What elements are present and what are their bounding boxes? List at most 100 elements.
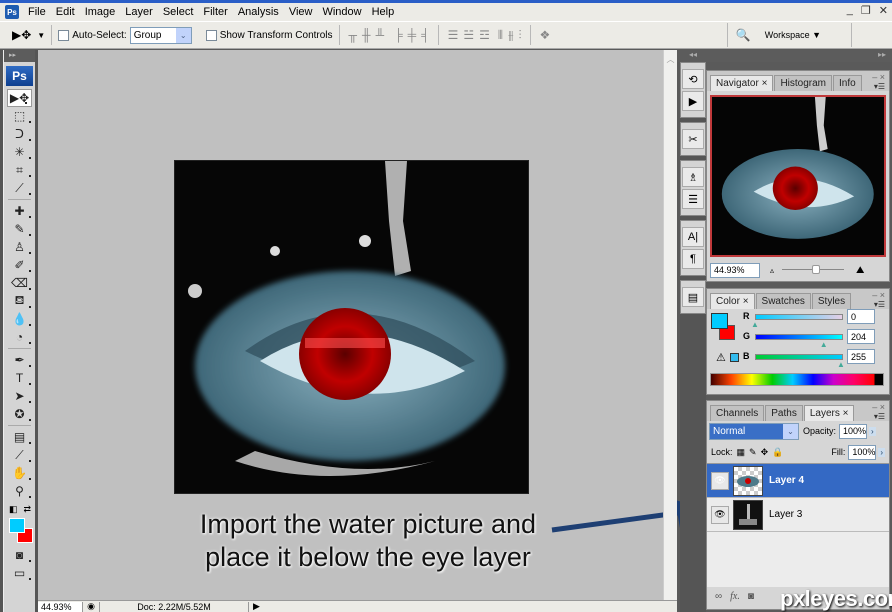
close-tab-icon[interactable]: × xyxy=(843,408,849,419)
type-tool-icon[interactable]: T xyxy=(4,369,35,387)
channel-r-slider[interactable] xyxy=(755,314,843,320)
brush-tool-icon[interactable]: ✎ xyxy=(4,220,35,238)
opacity-slider-arrow-icon[interactable]: › xyxy=(869,426,876,436)
slice-tool-icon[interactable]: ⟋ xyxy=(4,179,35,197)
dodge-tool-icon[interactable]: ◔ xyxy=(4,328,35,346)
navigator-preview[interactable] xyxy=(710,95,886,257)
tab-navigator[interactable]: Navigator × xyxy=(710,75,774,91)
paragraph-icon[interactable]: ¶ xyxy=(682,249,704,269)
quick-mask-button[interactable]: ◙ xyxy=(4,546,35,564)
default-colors-icon[interactable]: ◧ xyxy=(9,504,18,515)
panel-menu-icon[interactable]: ▾☰ xyxy=(874,412,885,421)
menu-image[interactable]: Image xyxy=(80,6,121,18)
tool-presets-icon[interactable]: ✂ xyxy=(682,129,704,149)
expand-dock-icon[interactable]: ▸▸ xyxy=(878,50,886,59)
collapse-dock-icon[interactable]: ◂◂ xyxy=(689,50,697,59)
align-left-icon[interactable]: ╞ xyxy=(394,28,402,42)
menu-view[interactable]: View xyxy=(284,6,318,18)
panel-menu-icon[interactable]: ▾☰ xyxy=(874,300,885,309)
distribute-hcenter-icon[interactable]: ⫵ xyxy=(508,28,513,43)
zoom-tool-icon[interactable]: ⚲ xyxy=(4,482,35,500)
gamut-color-chip[interactable] xyxy=(730,353,739,362)
actions-icon[interactable]: ▶ xyxy=(682,91,704,111)
navigator-zoom-field[interactable]: 44.93% xyxy=(710,262,760,278)
character-icon[interactable]: A| xyxy=(682,227,704,247)
tab-styles[interactable]: Styles xyxy=(811,293,852,309)
color-spectrum-ramp[interactable] xyxy=(710,373,884,386)
move-tool-preset-icon[interactable]: ▶✥ xyxy=(12,28,31,42)
layer-row-layer-3[interactable]: 👁 Layer 3 xyxy=(707,498,889,532)
layer-comps-icon[interactable]: ▤ xyxy=(682,287,704,307)
ps-logo[interactable]: Ps xyxy=(6,66,33,86)
fx-icon[interactable]: fx. xyxy=(730,591,740,602)
workspace-button[interactable]: Workspace ▼ xyxy=(765,30,821,40)
align-top-icon[interactable]: ╥ xyxy=(349,28,357,42)
layer-name[interactable]: Layer 3 xyxy=(769,509,802,520)
document-image[interactable] xyxy=(174,160,529,494)
lasso-tool-icon[interactable]: ᑐ xyxy=(4,125,35,143)
blend-mode-dropdown[interactable]: Normal ⌄ xyxy=(709,422,799,440)
panel-minimize-close-icon[interactable]: – × xyxy=(872,402,885,412)
zoom-in-icon[interactable]: ⛰ xyxy=(856,265,864,276)
distribute-left-icon[interactable]: ⫴ xyxy=(498,28,503,43)
crop-tool-icon[interactable]: ⌗ xyxy=(4,161,35,179)
move-tool-icon[interactable]: ▶✥ xyxy=(7,89,32,107)
status-preview-icon[interactable]: ◉ xyxy=(83,601,99,612)
auto-select-checkbox[interactable] xyxy=(58,29,70,41)
layer-name[interactable]: Layer 4 xyxy=(769,475,804,486)
lock-all-icon[interactable]: 🔒 xyxy=(772,447,783,458)
channel-g-thumb[interactable]: ▲ xyxy=(820,341,828,349)
zoom-out-icon[interactable]: ▵ xyxy=(770,266,774,275)
gamut-warning-icon[interactable]: ⚠ xyxy=(716,351,726,364)
menu-edit[interactable]: Edit xyxy=(51,6,80,18)
menu-layer[interactable]: Layer xyxy=(120,6,158,18)
auto-select-dropdown[interactable]: Group ⌄ xyxy=(129,26,192,44)
tab-swatches[interactable]: Swatches xyxy=(755,293,811,309)
eyedropper-tool-icon[interactable]: ⟋ xyxy=(4,446,35,464)
channel-r-value[interactable]: 0 xyxy=(847,309,875,324)
close-button[interactable]: ✕ xyxy=(879,4,888,17)
menu-filter[interactable]: Filter xyxy=(198,6,232,18)
menu-select[interactable]: Select xyxy=(158,6,199,18)
link-icon[interactable]: ∞ xyxy=(715,591,722,602)
show-transform-checkbox[interactable] xyxy=(205,29,217,41)
minimize-button[interactable]: _ xyxy=(847,4,853,17)
menu-analysis[interactable]: Analysis xyxy=(233,6,284,18)
align-right-icon[interactable]: ╡ xyxy=(421,28,429,42)
close-tab-icon[interactable]: × xyxy=(743,296,749,307)
brushes-icon[interactable]: ☰ xyxy=(682,189,704,209)
menu-file[interactable]: File xyxy=(23,6,51,18)
align-bottom-icon[interactable]: ╨ xyxy=(376,28,384,42)
clone-stamp-tool-icon[interactable]: ♙ xyxy=(4,238,35,256)
panel-minimize-close-icon[interactable]: – × xyxy=(872,72,885,82)
align-vcenter-icon[interactable]: ╫ xyxy=(362,28,370,42)
shape-tool-icon[interactable]: ✪ xyxy=(4,405,35,423)
slider-thumb[interactable] xyxy=(811,265,820,274)
tab-layers[interactable]: Layers × xyxy=(803,405,855,421)
notes-tool-icon[interactable]: ▤ xyxy=(4,428,35,446)
toolbox-collapse-button[interactable]: ▸▸ xyxy=(4,50,35,62)
fill-slider-arrow-icon[interactable]: › xyxy=(878,447,885,457)
scroll-up-icon[interactable]: ︿ xyxy=(664,54,677,65)
menu-window[interactable]: Window xyxy=(317,6,366,18)
hand-tool-icon[interactable]: ✋ xyxy=(4,464,35,482)
magic-wand-tool-icon[interactable]: ✳ xyxy=(4,143,35,161)
panel-menu-icon[interactable]: ▾☰ xyxy=(874,82,885,91)
bridge-icon[interactable]: 🔍 xyxy=(736,28,751,42)
lock-position-icon[interactable]: ✥ xyxy=(761,447,769,458)
history-icon[interactable]: ⟲ xyxy=(682,69,704,89)
distribute-bottom-icon[interactable]: ☲ xyxy=(479,28,490,42)
align-hcenter-icon[interactable]: ╪ xyxy=(408,28,416,42)
channel-g-value[interactable]: 204 xyxy=(847,329,875,344)
clone-source-icon[interactable]: ♗ xyxy=(682,167,704,187)
lock-image-icon[interactable]: ✎ xyxy=(749,447,757,458)
layer-visibility-eye-icon[interactable]: 👁 xyxy=(711,471,729,490)
layer-row-layer-4[interactable]: 👁 Layer 4 xyxy=(707,464,889,498)
pen-tool-icon[interactable]: ✒ xyxy=(4,351,35,369)
fill-field[interactable]: 100% xyxy=(848,444,877,460)
mask-icon[interactable]: ◙ xyxy=(748,591,754,602)
close-tab-icon[interactable]: × xyxy=(762,78,768,89)
tab-paths[interactable]: Paths xyxy=(765,405,803,421)
panel-minimize-close-icon[interactable]: – × xyxy=(872,290,885,300)
layer-visibility-eye-icon[interactable]: 👁 xyxy=(711,505,729,524)
